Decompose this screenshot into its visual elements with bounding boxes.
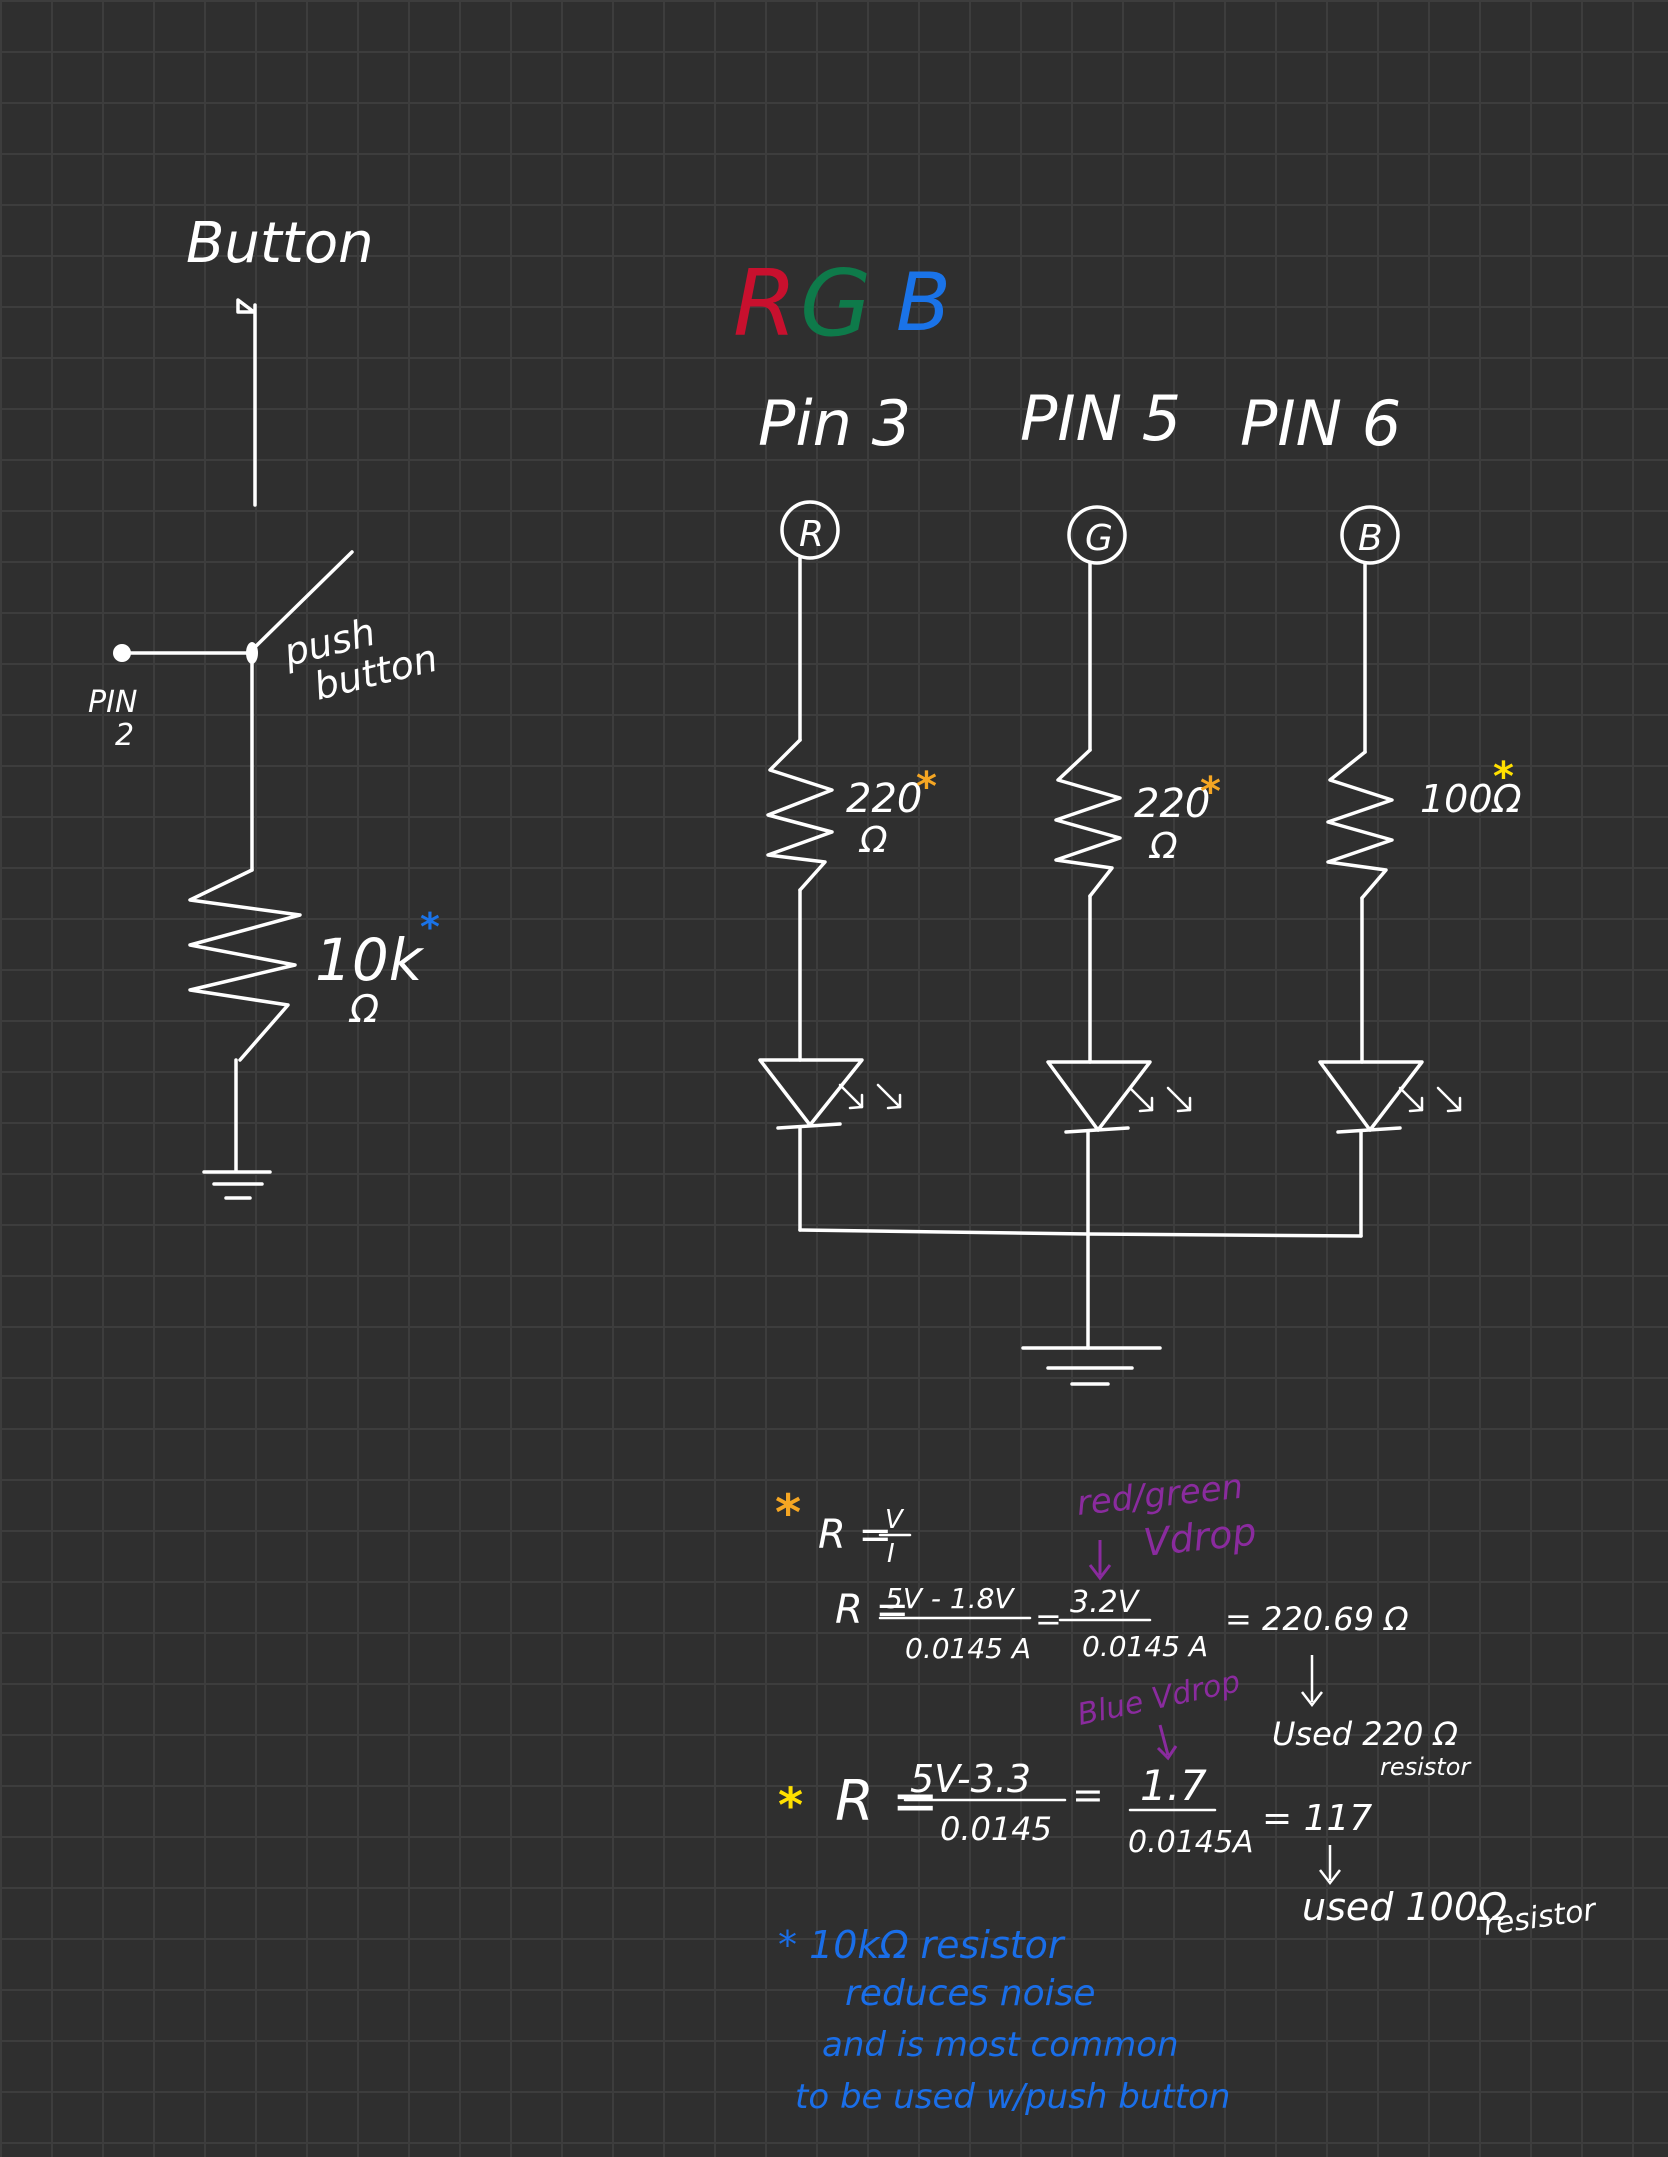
supply-arrow [236,298,256,314]
resistor-green [1054,748,1122,898]
calc-blue-denominator: 0.0145 [940,1810,1052,1848]
calc-blue-eq: = [1072,1773,1104,1817]
note-line-4: to be used w/push button [795,2077,1230,2117]
resistor-red-marker: * [916,764,937,810]
common-cathode-bus [798,1228,1363,1238]
resistor-red-unit: Ω [858,820,888,861]
calc-blue-denominator2: 0.0145A [1128,1825,1254,1860]
calc-blue-marker: * [778,1778,803,1834]
calc-rg-denominator2: 0.0145 A [1082,1630,1208,1663]
calc-rg-used: Used 220 Ω [1272,1715,1459,1753]
resistor-red [766,738,834,892]
pulldown-note: * 10kΩ resistor reduces noise and is mos… [778,1923,1230,2117]
channel-blue: B 100Ω * [1318,505,1522,1238]
vdrop-note-line2: Vdrop [1141,1509,1258,1565]
pulldown-resistor-unit: Ω [348,987,379,1031]
channel-red: R 220 Ω * [758,500,937,1232]
node-green-label: G [1085,518,1113,559]
led-red-emission-arrows [838,1083,902,1110]
vdrop-arrow [1088,1540,1112,1581]
calc-blue-used-arrow [1319,1845,1341,1886]
note-line-3: and is most common [822,2025,1179,2065]
ground-symbol-button [202,1170,272,1200]
resistor-green-marker: * [1200,769,1221,815]
calc-rg-denominator: 0.0145 A [905,1632,1031,1665]
calc-rg-eq: = [1035,1600,1062,1638]
node-blue-label: B [1358,518,1383,559]
rgb-circuit: R G B Pin 3 PIN 5 PIN 6 R 220 Ω * G 220 … [733,250,1522,1386]
channel-green: G 220 Ω * [1046,505,1221,1350]
led-green-emission-arrows [1128,1086,1192,1113]
calc-rg-numerator2: 3.2V [1070,1585,1141,1620]
pulldown-resistor [188,868,302,1062]
note-line-2: reduces noise [845,1973,1096,2014]
calc-ohms-law-i: I [887,1539,895,1569]
calc-rg-marker: * [775,1484,801,1542]
resistor-green-unit: Ω [1148,826,1178,867]
blue-vdrop-note: Blue Vdrop [1074,1664,1243,1733]
ground-symbol-rgb [1021,1346,1162,1386]
pin2-node [113,644,131,662]
pin-label-green: PIN 5 [1020,382,1181,455]
calc-blue-used: used 100Ω [1302,1885,1507,1929]
led-green [1046,1060,1152,1132]
resistor-green-value: 220 [1134,781,1210,827]
calc-blue-result: = 117 [1262,1798,1372,1839]
calc-blue-numerator: 5V-3.3 [910,1757,1031,1801]
pulldown-resistor-value: 10k [315,926,425,994]
calc-blue-numerator2: 1.7 [1140,1761,1207,1810]
calc-rg-used-sub: resistor [1380,1753,1472,1781]
resistor-blue-marker: * [1493,754,1514,800]
rgb-heading-g: G [800,250,871,357]
calc-rg-result: = 220.69 Ω [1225,1600,1409,1638]
circuit-diagram: Button PIN 2 push button 10k Ω * R G B P… [88,211,1600,2117]
pin-label-red: Pin 3 [758,387,911,460]
node-red-label: R [799,514,824,555]
rgb-heading-r: R [733,250,797,357]
button-circuit: Button PIN 2 push button 10k Ω * [88,211,442,1200]
calculations: * R = V I red/green Vdrop R = 5V - 1.8V … [775,1467,1600,1943]
calc-ohms-law-v: V [885,1505,905,1535]
pin2-label-line1: PIN [88,685,137,720]
led-blue-emission-arrows [1398,1086,1462,1113]
calc-rg-used-arrow [1301,1655,1323,1708]
pin-label-blue: PIN 6 [1240,387,1401,460]
blue-vdrop-arrow [1156,1724,1178,1761]
pulldown-resistor-marker: * [420,905,440,949]
calc-rg-numerator: 5V - 1.8V [885,1582,1015,1615]
note-line-1: * 10kΩ resistor [778,1923,1066,1967]
pin2-label-line2: 2 [115,718,134,753]
rgb-heading-b: B [896,256,951,349]
button-title: Button [186,211,374,276]
resistor-red-value: 220 [846,776,922,822]
resistor-blue [1326,750,1394,900]
